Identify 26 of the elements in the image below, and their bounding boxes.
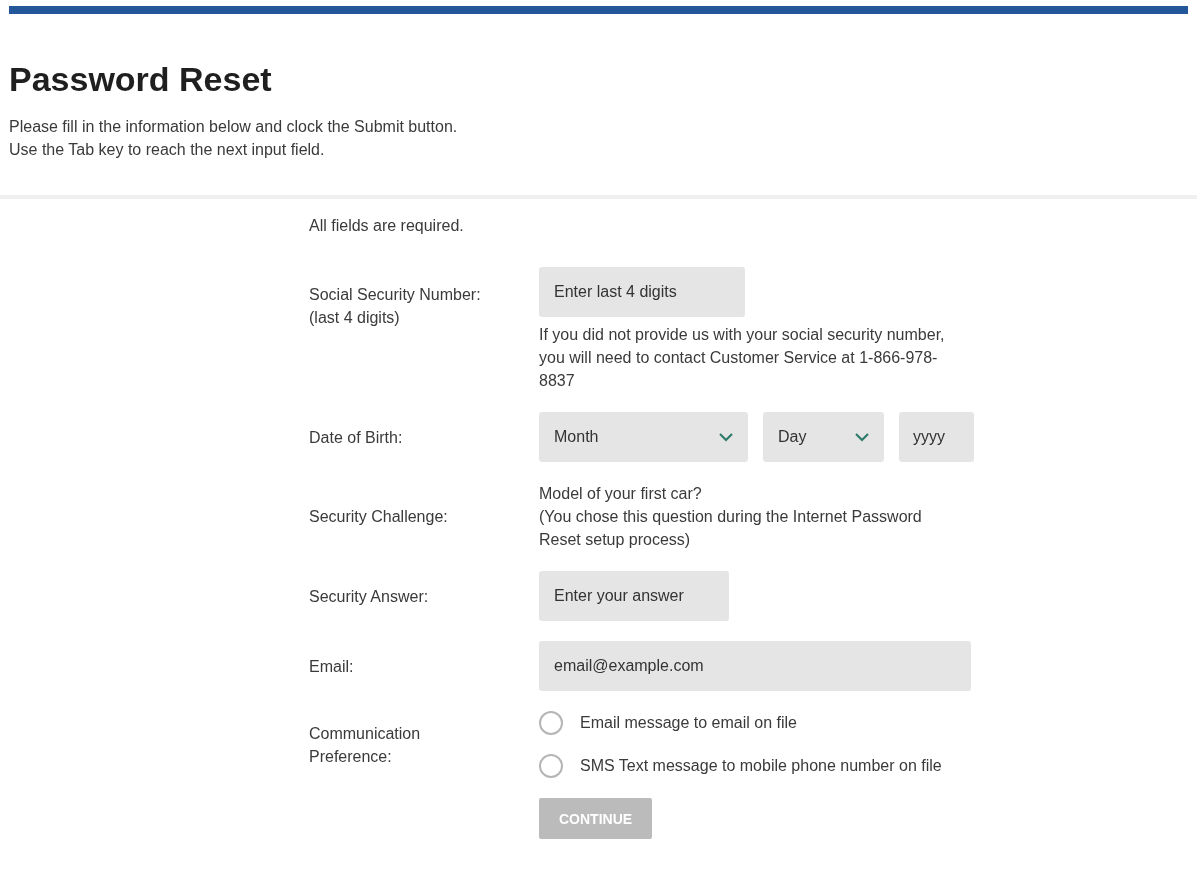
radio-label[interactable]: SMS Text message to mobile phone number on file [580, 757, 942, 775]
help-text: If you did not provide us with your social security number, you will need to contact Customer Service at 1-866-978-8837 [539, 325, 946, 391]
answer-input-field[interactable]: Enter your answer [539, 571, 729, 621]
question-note: (You chose this question during the Internet Password Reset setup process) [539, 507, 923, 550]
year-input-field[interactable]: yyyy [899, 412, 974, 462]
day-select[interactable]: Day [763, 412, 884, 462]
field-label: Communication Preference: [309, 723, 422, 767]
month-select[interactable]: Month [539, 412, 748, 462]
required-note: All fields are required. [309, 217, 465, 235]
email-input-field[interactable]: email@example.com [539, 641, 971, 691]
security-question: Model of your first car? [539, 484, 703, 504]
field-sublabel: (last 4 digits) [309, 308, 400, 328]
field-label: Security Challenge: [309, 507, 448, 527]
field-label: Security Answer: [309, 586, 429, 607]
chevron-down-icon [718, 432, 734, 442]
page-title: Password Reset [9, 60, 273, 99]
ssn-input-field[interactable]: Enter last 4 digits [539, 267, 745, 317]
radio-label[interactable]: Email message to email on file [580, 714, 797, 732]
field-label: Email: [309, 656, 354, 677]
field-label: Social Security Number: [309, 285, 481, 305]
field-label: Date of Birth: [309, 427, 403, 448]
radio-button[interactable] [539, 711, 563, 735]
radio-button[interactable] [539, 754, 563, 778]
chevron-down-icon [854, 432, 870, 442]
instruction-text: Please fill in the information below and clock the Submit button. [9, 117, 459, 137]
instruction-text: Use the Tab key to reach the next input field. [9, 140, 326, 160]
